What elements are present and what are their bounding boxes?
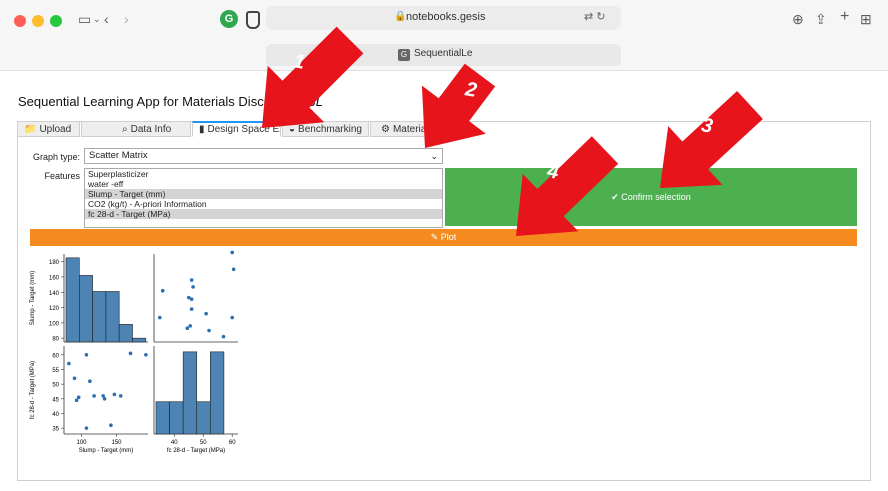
annotation-arrow bbox=[262, 26, 364, 129]
annotation-arrow bbox=[660, 91, 763, 188]
annotation-arrow bbox=[421, 63, 496, 148]
annotation-arrow bbox=[516, 136, 619, 236]
annotation-arrows: 1234 bbox=[262, 26, 763, 236]
